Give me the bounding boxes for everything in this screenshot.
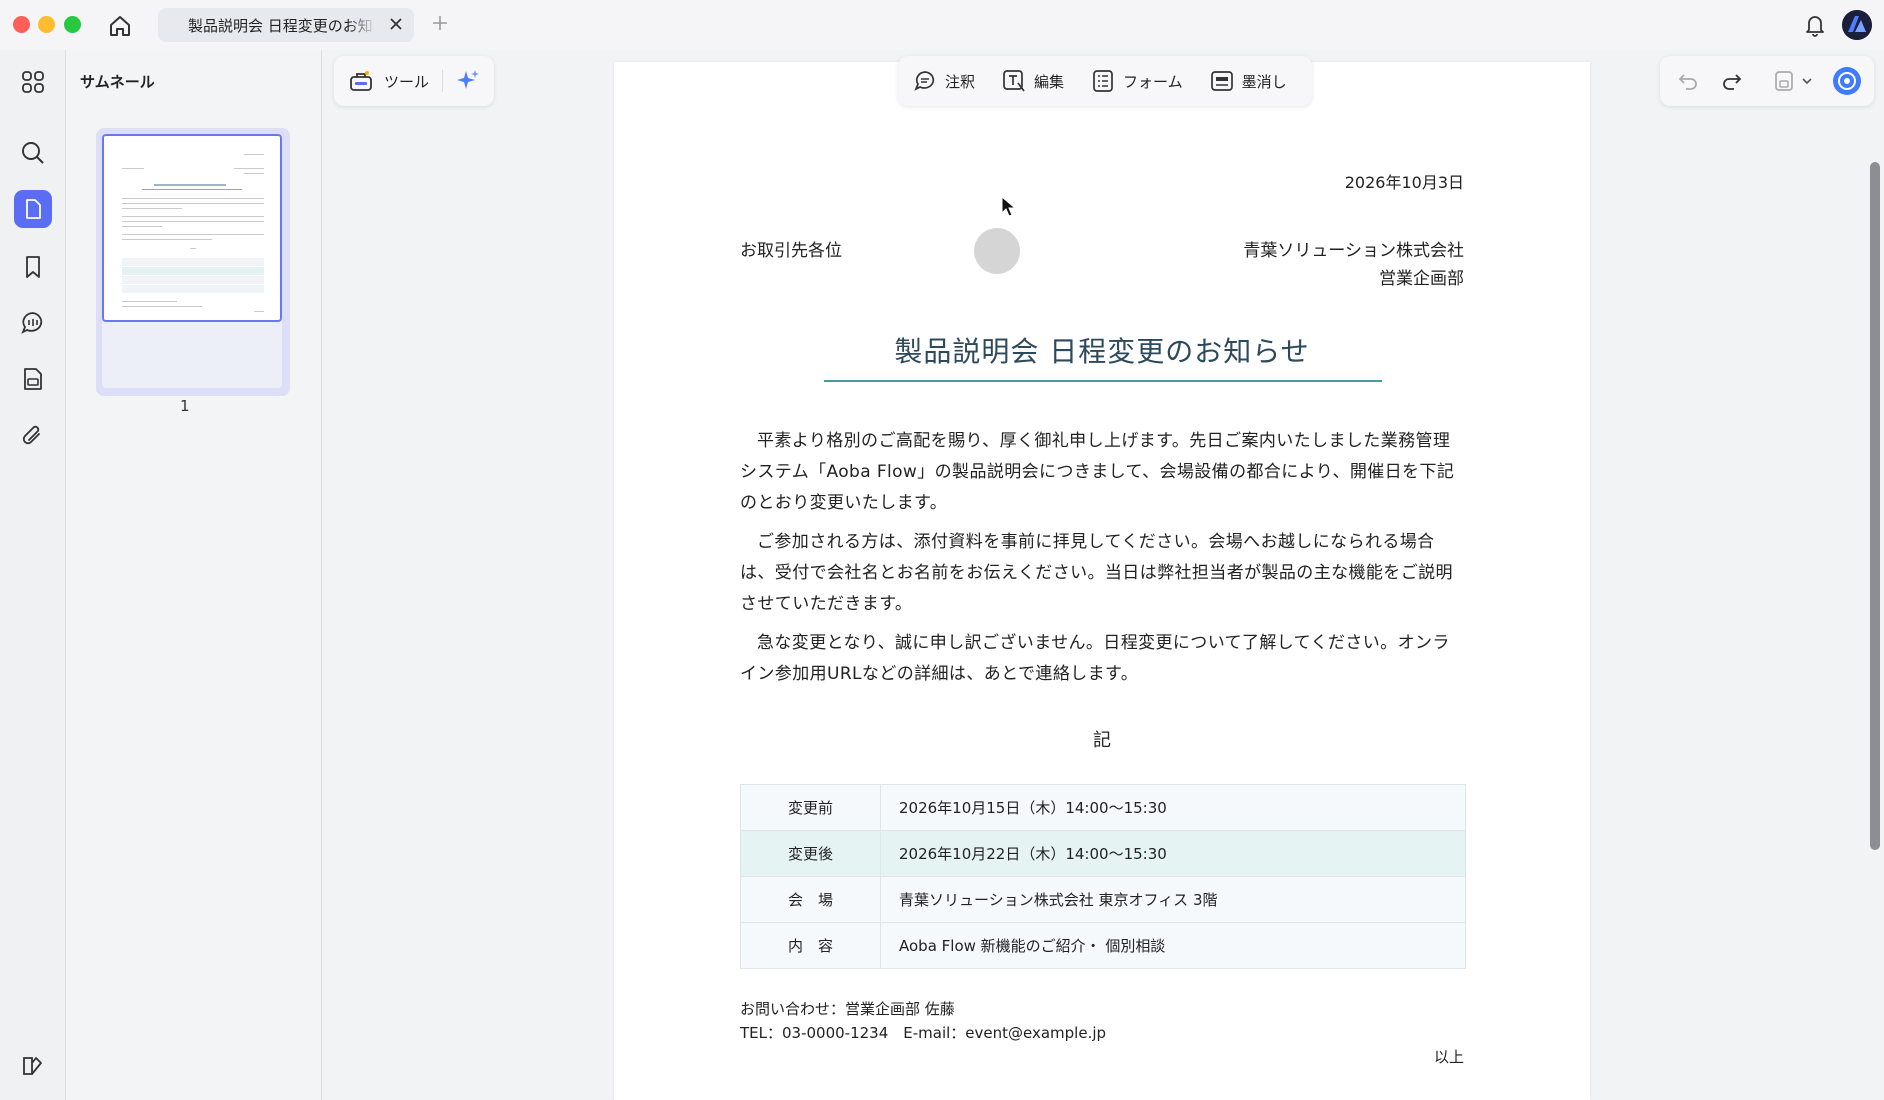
close-window-button[interactable] <box>13 16 30 33</box>
attachment-icon[interactable] <box>19 422 47 450</box>
tools-button[interactable]: ツール <box>348 68 429 94</box>
schedule-table: 変更前 2026年10月15日（木）14:00～15:30 変更後 2026年1… <box>740 784 1466 969</box>
new-tab-icon[interactable] <box>431 14 449 32</box>
chevron-down-icon[interactable] <box>1800 69 1814 93</box>
text-edit-icon <box>1003 70 1025 92</box>
form-icon <box>1093 70 1113 92</box>
thumbnail-page-number: 1 <box>180 397 190 415</box>
ai-sparkle-icon[interactable] <box>454 67 482 95</box>
table-value: Aoba Flow 新機能のご紹介・ 個別相談 <box>880 922 1466 969</box>
table-key: 変更前 <box>740 784 881 831</box>
thumbnail-lower-area <box>102 322 282 388</box>
paragraph: 平素より格別のご高配を賜り、厚く御礼申し上げます。先日ご案内いたしました業務管理… <box>740 431 1455 513</box>
table-key: 会 場 <box>740 876 881 923</box>
table-value: 青葉ソリューション株式会社 東京オフィス 3階 <box>880 876 1466 923</box>
table-row: 内 容 Aoba Flow 新機能のご紹介・ 個別相談 <box>740 922 1466 969</box>
document-title: 製品説明会 日程変更のお知らせ <box>894 335 1310 368</box>
redact-label: 墨消し <box>1241 72 1287 91</box>
annotate-button[interactable]: 注釈 <box>912 68 975 94</box>
table-key: 内 容 <box>740 922 881 969</box>
comment-icon <box>914 71 935 91</box>
redo-icon[interactable] <box>1720 69 1744 93</box>
bookmark-icon[interactable] <box>19 253 47 281</box>
right-toolbar <box>1660 56 1874 106</box>
title-bar: 製品説明会 日程変更のお知らせ <box>0 0 1884 50</box>
close-icon[interactable] <box>388 16 404 32</box>
contact-line: TEL：03-0000-1234 E-mail：event@example.jp <box>740 1024 1107 1042</box>
panel-title: サムネール <box>80 73 155 91</box>
theme-icon[interactable] <box>19 1052 47 1080</box>
table-row-highlight: 変更後 2026年10月22日（木）14:00～15:30 <box>740 830 1466 877</box>
page-icon <box>26 199 41 219</box>
sender-department: 営業企画部 <box>1379 269 1464 289</box>
tools-toolbar: ツール <box>334 56 494 106</box>
edit-mode-toolbar: 注釈 編集 フォーム 墨消し <box>898 56 1312 106</box>
tools-label: ツール <box>384 72 430 91</box>
title-underline <box>824 380 1382 382</box>
edit-button[interactable]: 編集 <box>1001 68 1064 94</box>
closing-text: 以上 <box>1433 1048 1464 1066</box>
undo-icon[interactable] <box>1676 69 1700 93</box>
thumbnail-preview <box>102 134 282 322</box>
paragraph: ご参加される方は、添付資料を事前に拝見してください。会場へお越しになられる場合は… <box>740 532 1453 614</box>
table-row: 会 場 青葉ソリューション株式会社 東京オフィス 3階 <box>740 876 1466 923</box>
click-indicator <box>974 228 1020 274</box>
annotate-label: 注釈 <box>945 72 976 91</box>
ki-heading: 記 <box>1093 730 1111 751</box>
sidebar-item-thumbnails[interactable] <box>14 190 52 228</box>
tab-title: 製品説明会 日程変更のお知らせ <box>188 16 376 35</box>
search-icon[interactable] <box>19 139 47 167</box>
thumbnail-panel: サムネール 1 <box>66 50 322 1100</box>
mouse-cursor-icon <box>1001 196 1017 217</box>
avatar[interactable] <box>1842 10 1872 40</box>
minimize-window-button[interactable] <box>38 16 55 33</box>
redact-button[interactable]: 墨消し <box>1209 68 1287 94</box>
sender-company: 青葉ソリューション株式会社 <box>1243 241 1464 261</box>
table-value: 2026年10月15日（木）14:00～15:30 <box>880 784 1466 831</box>
home-icon[interactable] <box>106 12 134 40</box>
assistant-icon[interactable] <box>1832 66 1862 96</box>
document-tab[interactable]: 製品説明会 日程変更のお知らせ <box>158 8 414 42</box>
form-label: フォーム <box>1123 72 1183 91</box>
left-icon-rail <box>0 50 66 1100</box>
save-icon[interactable] <box>1772 69 1796 93</box>
document-icon[interactable] <box>19 365 47 393</box>
vertical-scrollbar[interactable] <box>1870 162 1880 850</box>
edit-label: 編集 <box>1034 72 1065 91</box>
table-value: 2026年10月22日（木）14:00～15:30 <box>880 830 1466 877</box>
form-button[interactable]: フォーム <box>1090 68 1183 94</box>
document-page: 2026年10月3日 お取引先各位 青葉ソリューション株式会社 営業企画部 製品… <box>614 62 1590 1100</box>
page-thumbnail[interactable] <box>96 128 290 396</box>
comment-icon[interactable] <box>19 309 47 337</box>
table-row: 変更前 2026年10月15日（木）14:00～15:30 <box>740 784 1466 831</box>
paragraph: 急な変更となり、誠に申し訳ございません。日程変更について了解してください。オンラ… <box>740 633 1450 684</box>
bell-icon[interactable] <box>1802 12 1828 38</box>
toolbar-divider <box>442 70 443 92</box>
table-key: 変更後 <box>740 830 881 877</box>
grid-icon[interactable] <box>19 68 47 96</box>
toolbox-icon <box>350 71 372 91</box>
maximize-window-button[interactable] <box>64 16 81 33</box>
redact-icon <box>1210 71 1233 91</box>
document-date: 2026年10月3日 <box>1344 173 1464 192</box>
contact-line: お問い合わせ：営業企画部 佐藤 <box>740 1000 955 1018</box>
addressee: お取引先各位 <box>740 241 842 261</box>
